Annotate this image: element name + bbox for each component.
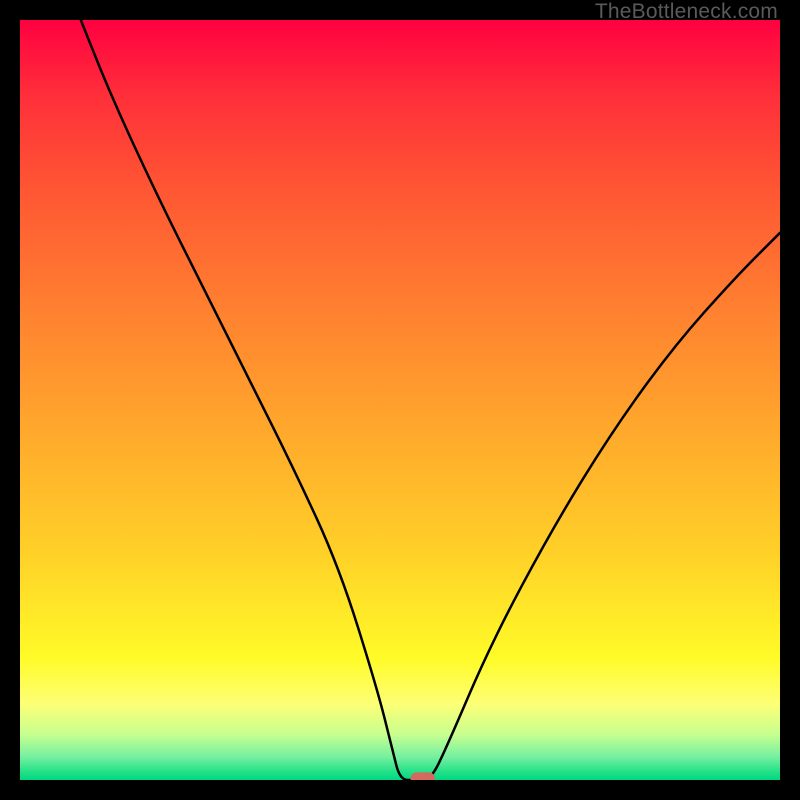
bottleneck-curve <box>81 20 780 780</box>
chart-svg <box>20 20 780 780</box>
minimum-marker <box>411 772 435 780</box>
chart-frame <box>20 20 780 780</box>
watermark-label: TheBottleneck.com <box>595 0 778 24</box>
